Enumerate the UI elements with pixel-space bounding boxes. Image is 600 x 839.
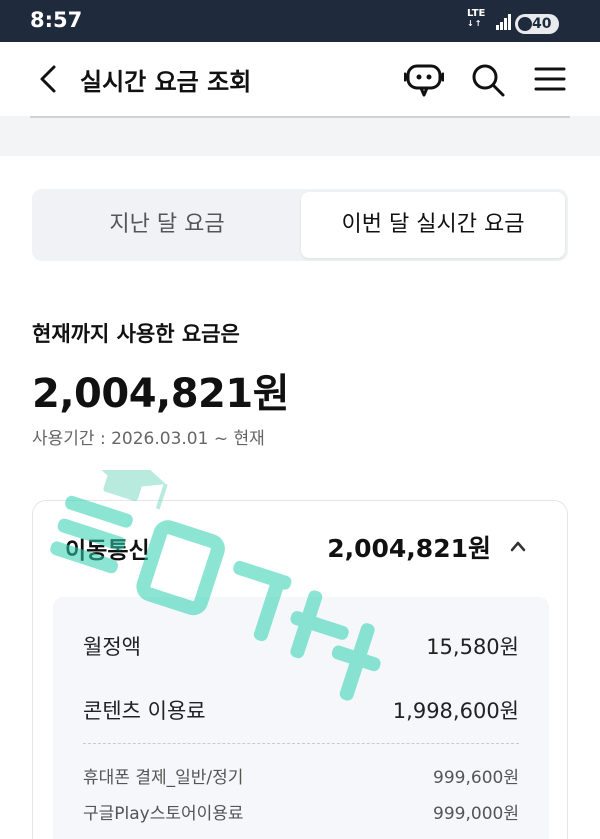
sub-item-value: 999,000원 xyxy=(433,804,519,824)
search-icon[interactable] xyxy=(470,62,506,98)
chevron-up-icon[interactable] xyxy=(509,539,527,553)
chatbot-icon[interactable] xyxy=(404,60,444,98)
mobile-charge-card: 이동통신 2,004,821원 월정액 15,580원 콘텐츠 이용료 1,99… xyxy=(32,500,568,839)
main-content: 지난 달 요금 이번 달 실시간 요금 현재까지 사용한 요금은 2,004,8… xyxy=(0,156,600,839)
sub-item-label: 휴대폰 결제_일반/정기 xyxy=(83,768,244,788)
status-time: 8:57 xyxy=(30,8,83,32)
item-label: 월정액 xyxy=(83,635,141,659)
battery-saver-icon xyxy=(518,17,532,31)
menu-icon[interactable] xyxy=(534,64,566,94)
lte-indicator: LTE ↓↑ xyxy=(467,8,486,29)
card-title[interactable]: 이동통신 xyxy=(65,531,150,565)
item-value: 15,580원 xyxy=(426,635,519,659)
battery-level: 40 xyxy=(532,16,552,32)
sub-item-label: 구글Play스토어이용료 xyxy=(83,804,244,824)
battery-indicator: 40 xyxy=(515,14,559,34)
network-label: LTE xyxy=(467,8,486,19)
total-amount: 2,004,821원 xyxy=(32,371,290,417)
summary-label: 현재까지 사용한 요금은 xyxy=(32,322,240,346)
dashed-divider xyxy=(83,743,519,744)
page-title: 실시간 요금 조회 xyxy=(80,68,252,96)
charge-detail-box: 월정액 15,580원 콘텐츠 이용료 1,998,600원 휴대폰 결제_일반… xyxy=(53,597,549,839)
status-bar: 8:57 LTE ↓↑ 40 xyxy=(0,0,600,42)
item-value: 1,998,600원 xyxy=(392,699,519,723)
section-spacer xyxy=(0,118,600,156)
tab-this-month-realtime[interactable]: 이번 달 실시간 요금 xyxy=(301,192,565,258)
card-amount: 2,004,821원 xyxy=(327,534,491,563)
signal-icon xyxy=(496,14,512,30)
period-tabs: 지난 달 요금 이번 달 실시간 요금 xyxy=(32,189,568,261)
back-icon[interactable] xyxy=(36,64,62,94)
item-label: 콘텐츠 이용료 xyxy=(83,699,206,723)
app-header: 실시간 요금 조회 xyxy=(0,42,600,116)
usage-period: 사용기간 : 2026.03.01 ~ 현재 xyxy=(32,429,265,449)
tab-last-month[interactable]: 지난 달 요금 xyxy=(35,192,299,258)
sub-item-value: 999,600원 xyxy=(433,768,519,788)
